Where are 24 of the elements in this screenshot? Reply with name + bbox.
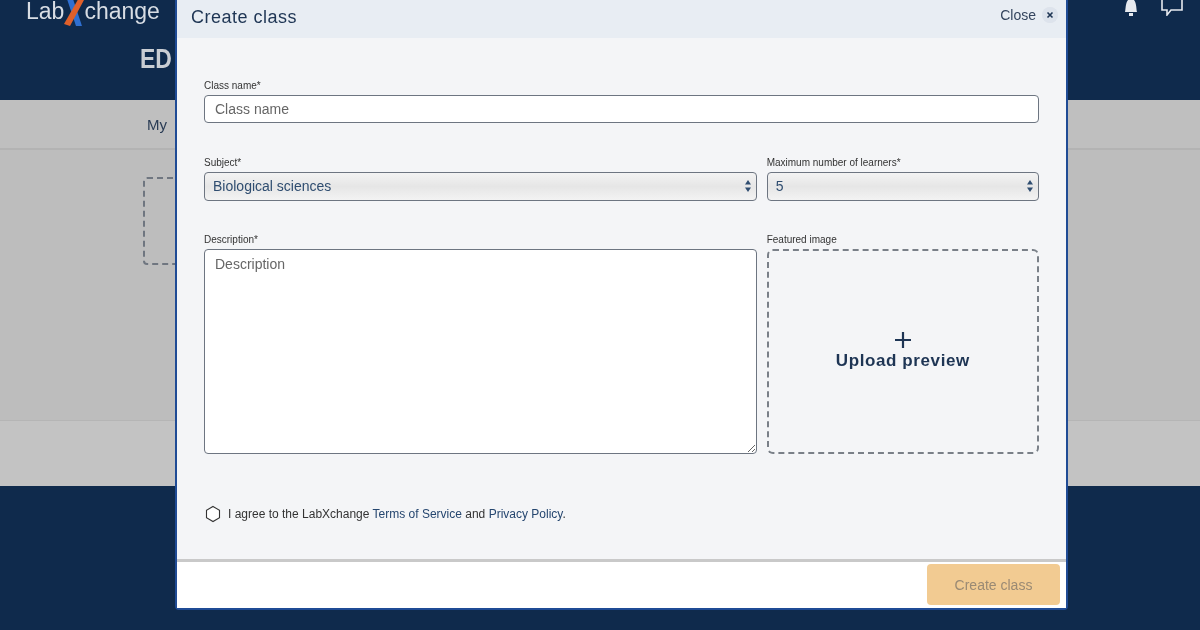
x-logo-icon: [64, 0, 85, 26]
nav-tab[interactable]: My: [147, 116, 167, 133]
dropdown-arrows-icon: [743, 179, 752, 194]
logo-text: change: [84, 0, 160, 25]
field-label: Subject*: [204, 156, 243, 168]
terms-link[interactable]: Terms of Service: [372, 506, 462, 521]
chat-icon[interactable]: [1161, 0, 1183, 16]
dropdown-arrows-icon: [1026, 179, 1034, 194]
field-label: Maximum number of learners*: [766, 156, 902, 168]
dialog-title: Create class: [191, 6, 298, 28]
field-label: Description*: [204, 233, 259, 245]
class-name-field[interactable]: Class name: [204, 94, 1039, 123]
field-label: Featured image: [766, 233, 838, 245]
plus-icon: [893, 331, 912, 350]
logo-text: Lab: [26, 0, 65, 25]
upload-area[interactable]: Upload preview: [766, 248, 1039, 454]
page-heading: ED: [140, 44, 172, 75]
close-button[interactable]: Close: [1000, 7, 1058, 23]
subject-dropdown[interactable]: Biological sciences: [204, 171, 757, 201]
agreement-text: I agree to the LabXchange Terms of Service and Privacy Policy.: [228, 506, 566, 521]
learners-dropdown[interactable]: 5: [766, 171, 1039, 201]
checkbox[interactable]: [204, 504, 222, 523]
description-field[interactable]: Description: [204, 248, 757, 454]
field-label: Class name*: [204, 79, 262, 91]
